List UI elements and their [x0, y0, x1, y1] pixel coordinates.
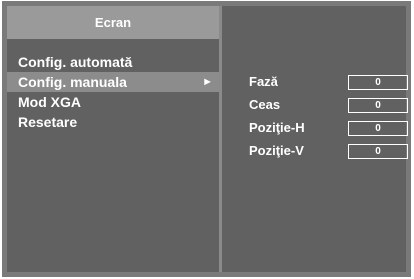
- menu-item-mod-xga[interactable]: Mod XGA: [7, 92, 219, 112]
- menu-panel: Ecran Config. automată Config. manuala ►…: [7, 6, 219, 272]
- setting-row-ceas[interactable]: Ceas 0: [249, 95, 408, 115]
- setting-label: Fază: [249, 74, 278, 89]
- setting-value-box[interactable]: 0: [348, 121, 408, 136]
- menu-item-label: Mod XGA: [18, 94, 81, 110]
- submenu-arrow-icon: ►: [202, 76, 213, 88]
- setting-value-box[interactable]: 0: [348, 98, 408, 113]
- menu-item-config-automata[interactable]: Config. automată: [7, 52, 219, 72]
- menu-item-label: Config. manuala: [18, 74, 127, 90]
- menu-item-config-manuala[interactable]: Config. manuala ►: [7, 72, 219, 92]
- menu-item-label: Config. automată: [18, 54, 133, 70]
- setting-row-pozitie-v[interactable]: Poziţie-V 0: [249, 141, 408, 161]
- osd-window: Ecran Config. automată Config. manuala ►…: [2, 1, 411, 277]
- setting-value-box[interactable]: 0: [348, 75, 408, 90]
- setting-label: Poziţie-H: [249, 120, 305, 135]
- setting-label: Ceas: [249, 97, 281, 112]
- settings-panel: Fază 0 Ceas 0 Poziţie-H 0 Poziţie-V 0: [222, 6, 408, 272]
- setting-row-pozitie-h[interactable]: Poziţie-H 0: [249, 118, 408, 138]
- menu-title: Ecran: [7, 6, 219, 39]
- menu-list: Config. automată Config. manuala ► Mod X…: [7, 52, 219, 132]
- setting-value-box[interactable]: 0: [348, 144, 408, 159]
- menu-item-label: Resetare: [18, 114, 78, 130]
- setting-row-faza[interactable]: Fază 0: [249, 72, 408, 92]
- menu-item-resetare[interactable]: Resetare: [7, 112, 219, 132]
- setting-label: Poziţie-V: [249, 143, 304, 158]
- osd-frame: Ecran Config. automată Config. manuala ►…: [7, 6, 408, 272]
